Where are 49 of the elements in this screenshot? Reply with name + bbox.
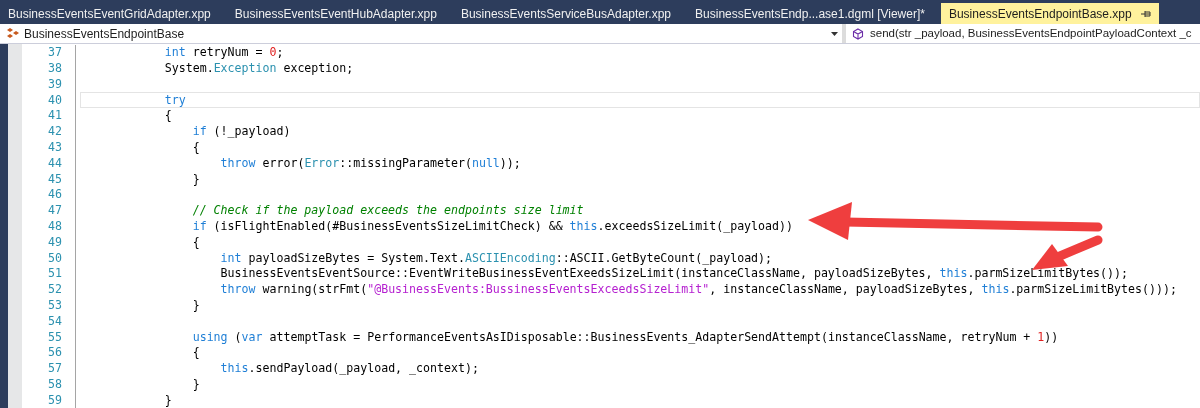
file-tab[interactable]: BusinessEventsEndpointBase.xpp bbox=[940, 3, 1159, 24]
code-line: BusinessEventsEventSource::EventWriteBusinessEventExeedsSizeLimit(instanceClassName, payloadSizeBytes, this.parmSizeLimitBytes()); bbox=[219, 265, 1128, 283]
line-number: 45 bbox=[47, 170, 62, 188]
line-number: 37 bbox=[47, 44, 62, 62]
line-number: 49 bbox=[47, 233, 62, 251]
line-number: 41 bbox=[47, 107, 62, 125]
line-number: 42 bbox=[47, 123, 62, 141]
class-icon bbox=[6, 27, 20, 40]
code-line: System.Exception exception; bbox=[163, 60, 354, 77]
line-number: 59 bbox=[47, 391, 62, 408]
line-number: 43 bbox=[47, 139, 62, 156]
code-line: { bbox=[191, 139, 200, 156]
line-number: 53 bbox=[47, 296, 62, 314]
line-number: 40 bbox=[47, 91, 62, 109]
caret-icon bbox=[831, 31, 838, 36]
line-number: 39 bbox=[47, 75, 62, 93]
line-number: 52 bbox=[47, 281, 62, 299]
line-number: 48 bbox=[47, 217, 62, 235]
code-line: { bbox=[191, 233, 200, 251]
line-number: 56 bbox=[47, 344, 62, 362]
code-line: { bbox=[191, 344, 200, 362]
code-line: int payloadSizeBytes = System.Text.ASCIIEncoding::ASCII.GetByteCount(_payload); bbox=[219, 249, 773, 267]
line-number: 50 bbox=[47, 249, 62, 267]
code-line: } bbox=[191, 296, 200, 314]
code-line: throw warning(strFmt("@BusinessEvents:BussinessEventsExceedsSizeLimit", instanceClassName, payloadSizeBytes, this.parmSizeLimitBytes())); bbox=[219, 281, 1177, 299]
line-number: 51 bbox=[47, 265, 62, 283]
line-number: 44 bbox=[47, 154, 62, 172]
cube-icon bbox=[852, 27, 864, 40]
code-line: using (var attemptTask = PerformanceEventsAsIDisposable::BusinessEvents_AdapterSendAttempt(instanceClassName, retryNum + 1)) bbox=[191, 328, 1059, 346]
code-line: int retryNum = 0; bbox=[163, 44, 284, 62]
line-number: 46 bbox=[47, 186, 62, 204]
pin-icon[interactable] bbox=[1139, 8, 1151, 19]
code-line: } bbox=[163, 391, 172, 408]
line-number: 55 bbox=[47, 328, 62, 346]
line-number: 57 bbox=[47, 360, 62, 378]
code-line: { bbox=[163, 107, 172, 125]
line-number: 38 bbox=[47, 60, 62, 77]
code-line: this.sendPayload(_payload, _context); bbox=[219, 360, 479, 378]
code-line: } bbox=[191, 170, 200, 188]
line-number: 47 bbox=[47, 202, 62, 220]
code-line: throw error(Error::missingParameter(null)); bbox=[219, 154, 521, 172]
code-line: // Check if the payload exceeds the endpoints size limit bbox=[191, 202, 584, 220]
line-number: 58 bbox=[47, 375, 62, 393]
code-line: if (!_payload) bbox=[191, 123, 291, 141]
code-line: } bbox=[191, 375, 200, 393]
code-line: try bbox=[163, 91, 186, 109]
member-dropdown[interactable]: send(str _payload, BusinessEventsEndpointPayloadContext _c bbox=[846, 24, 1200, 43]
line-number: 54 bbox=[47, 312, 62, 330]
code-line: if (isFlightEnabled(#BusinessEventsSizeLimitCheck) && this.exceedsSizeLimit(_payload)) bbox=[191, 217, 793, 235]
